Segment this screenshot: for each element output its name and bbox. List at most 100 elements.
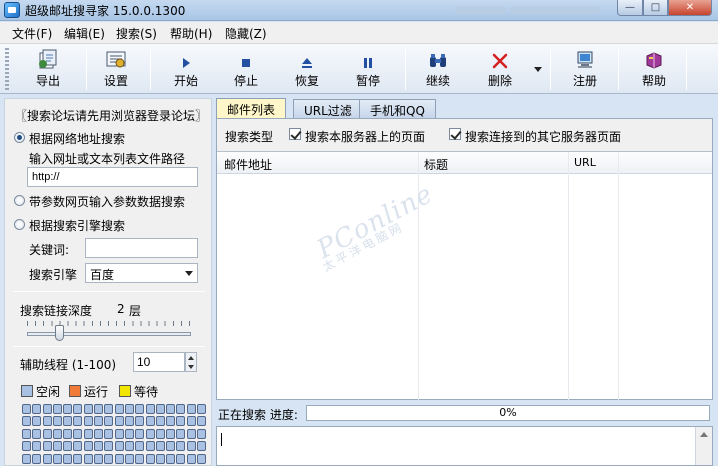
thread-cell bbox=[166, 453, 176, 464]
thread-cell bbox=[135, 404, 145, 414]
col-header-url[interactable]: URL bbox=[574, 156, 596, 169]
export-button[interactable]: 导出 bbox=[28, 46, 68, 92]
thread-cell bbox=[197, 441, 207, 452]
keyword-input[interactable] bbox=[85, 238, 198, 258]
chevron-down-icon bbox=[534, 66, 542, 72]
thread-cell bbox=[52, 441, 62, 452]
threads-spinner[interactable] bbox=[185, 352, 197, 372]
register-label: 注册 bbox=[572, 74, 597, 88]
thread-cell bbox=[186, 416, 196, 427]
thread-cell bbox=[145, 428, 155, 439]
menu-help[interactable]: 帮助(H) bbox=[170, 25, 212, 42]
radio-param-search[interactable] bbox=[14, 195, 25, 206]
delete-button[interactable]: 删除 bbox=[480, 46, 520, 92]
thread-cell bbox=[32, 416, 42, 427]
menu-hide[interactable]: 隐藏(Z) bbox=[225, 25, 267, 42]
menu-search[interactable]: 搜索(S) bbox=[116, 25, 157, 42]
title-blurred-region bbox=[510, 6, 600, 14]
pause-button[interactable]: 暂停 bbox=[348, 46, 388, 92]
menu-edit[interactable]: 编辑(E) bbox=[64, 25, 105, 42]
settings-icon bbox=[105, 46, 127, 70]
thread-cell bbox=[166, 404, 176, 414]
thread-cell bbox=[22, 428, 31, 439]
minimize-button[interactable]: — bbox=[617, 0, 643, 16]
forum-login-notice: 〖搜索论坛请先用浏览器登录论坛〗 bbox=[15, 109, 208, 123]
toolbar: 导出 设置 开始 停止 恢复 暂停 继续 删除 注册 帮助 bbox=[0, 44, 718, 94]
thread-cell bbox=[73, 428, 83, 439]
maximize-button[interactable]: □ bbox=[643, 0, 668, 16]
thread-cell bbox=[52, 428, 62, 439]
checkbox-other-servers[interactable] bbox=[449, 128, 461, 140]
thread-cell bbox=[176, 441, 186, 452]
toolbar-separator bbox=[86, 48, 87, 90]
thread-cell bbox=[22, 404, 31, 414]
restore-button[interactable]: 恢复 bbox=[287, 46, 327, 92]
depth-unit: 层 bbox=[129, 304, 142, 318]
keyword-label: 关键词: bbox=[29, 243, 70, 257]
computer-icon bbox=[575, 46, 595, 70]
export-icon bbox=[37, 46, 59, 70]
url-input[interactable] bbox=[27, 167, 198, 187]
close-button[interactable]: ✕ bbox=[668, 0, 712, 16]
radio-search-by-url[interactable] bbox=[14, 132, 25, 143]
log-scrollbar[interactable] bbox=[695, 427, 712, 465]
tab-mail-list[interactable]: 邮件列表 bbox=[216, 98, 287, 118]
thread-cell bbox=[22, 453, 31, 464]
search-type-label: 搜索类型 bbox=[225, 130, 274, 144]
log-output[interactable] bbox=[216, 426, 713, 466]
toolbar-separator bbox=[150, 48, 151, 90]
continue-button[interactable]: 继续 bbox=[418, 46, 458, 92]
engine-select[interactable]: 百度 bbox=[85, 263, 198, 283]
menu-file[interactable]: 文件(F) bbox=[12, 25, 52, 42]
col-header-email[interactable]: 邮件地址 bbox=[224, 156, 272, 173]
progress-bar: 0% bbox=[306, 405, 710, 421]
mail-list-table[interactable]: 邮件地址 标题 URL bbox=[217, 151, 712, 400]
depth-slider-thumb[interactable] bbox=[55, 325, 65, 341]
checkbox-this-server[interactable] bbox=[289, 128, 301, 140]
toolbar-grip[interactable] bbox=[5, 48, 9, 90]
thread-cell bbox=[124, 453, 134, 464]
engine-label: 搜索引擎 bbox=[29, 268, 78, 282]
thread-cell bbox=[114, 453, 124, 464]
delete-dropdown-button[interactable] bbox=[531, 46, 545, 92]
progress-text: 0% bbox=[499, 406, 517, 419]
help-button[interactable]: 帮助 bbox=[634, 46, 674, 92]
tab-phone-qq[interactable]: 手机和QQ bbox=[359, 99, 436, 118]
legend-waiting-swatch bbox=[119, 385, 131, 397]
thread-cell bbox=[94, 428, 104, 439]
thread-cell bbox=[73, 441, 83, 452]
legend-running-label: 运行 bbox=[84, 385, 109, 399]
table-header: 邮件地址 标题 URL bbox=[217, 152, 712, 174]
start-button[interactable]: 开始 bbox=[166, 46, 206, 92]
thread-cell bbox=[104, 453, 114, 464]
thread-cell bbox=[145, 404, 155, 414]
register-button[interactable]: 注册 bbox=[565, 46, 605, 92]
legend-waiting-label: 等待 bbox=[134, 385, 159, 399]
thread-cell bbox=[186, 453, 196, 464]
radio-search-by-url-label[interactable]: 根据网络地址搜索 bbox=[29, 130, 125, 147]
status-row: 正在搜索 进度: 0% bbox=[216, 403, 713, 423]
engine-select-value: 百度 bbox=[90, 268, 115, 282]
radio-param-search-label[interactable]: 带参数网页输入参数数据搜索 bbox=[29, 193, 185, 210]
checkbox-other-servers-label[interactable]: 搜索连接到的其它服务器页面 bbox=[465, 128, 621, 145]
thread-cell bbox=[32, 441, 42, 452]
threads-input[interactable] bbox=[133, 352, 185, 372]
depth-slider-track[interactable] bbox=[27, 332, 191, 336]
thread-cell bbox=[63, 441, 73, 452]
stop-button[interactable]: 停止 bbox=[226, 46, 266, 92]
tab-url-filter[interactable]: URL过滤 bbox=[293, 99, 363, 118]
thread-cell bbox=[176, 428, 186, 439]
radio-engine-search-label[interactable]: 根据搜索引擎搜索 bbox=[29, 217, 125, 234]
col-header-title[interactable]: 标题 bbox=[424, 156, 448, 173]
thread-cell bbox=[145, 416, 155, 427]
thread-cell bbox=[197, 453, 207, 464]
settings-button[interactable]: 设置 bbox=[96, 46, 136, 92]
tab-bar: URL过滤 手机和QQ 邮件列表 bbox=[216, 98, 716, 118]
export-label: 导出 bbox=[35, 74, 60, 88]
thread-cell bbox=[197, 428, 207, 439]
thread-cell bbox=[22, 416, 31, 427]
thread-cell bbox=[73, 416, 83, 427]
checkbox-this-server-label[interactable]: 搜索本服务器上的页面 bbox=[305, 128, 425, 145]
thread-cell bbox=[42, 404, 52, 414]
radio-engine-search[interactable] bbox=[14, 219, 25, 230]
